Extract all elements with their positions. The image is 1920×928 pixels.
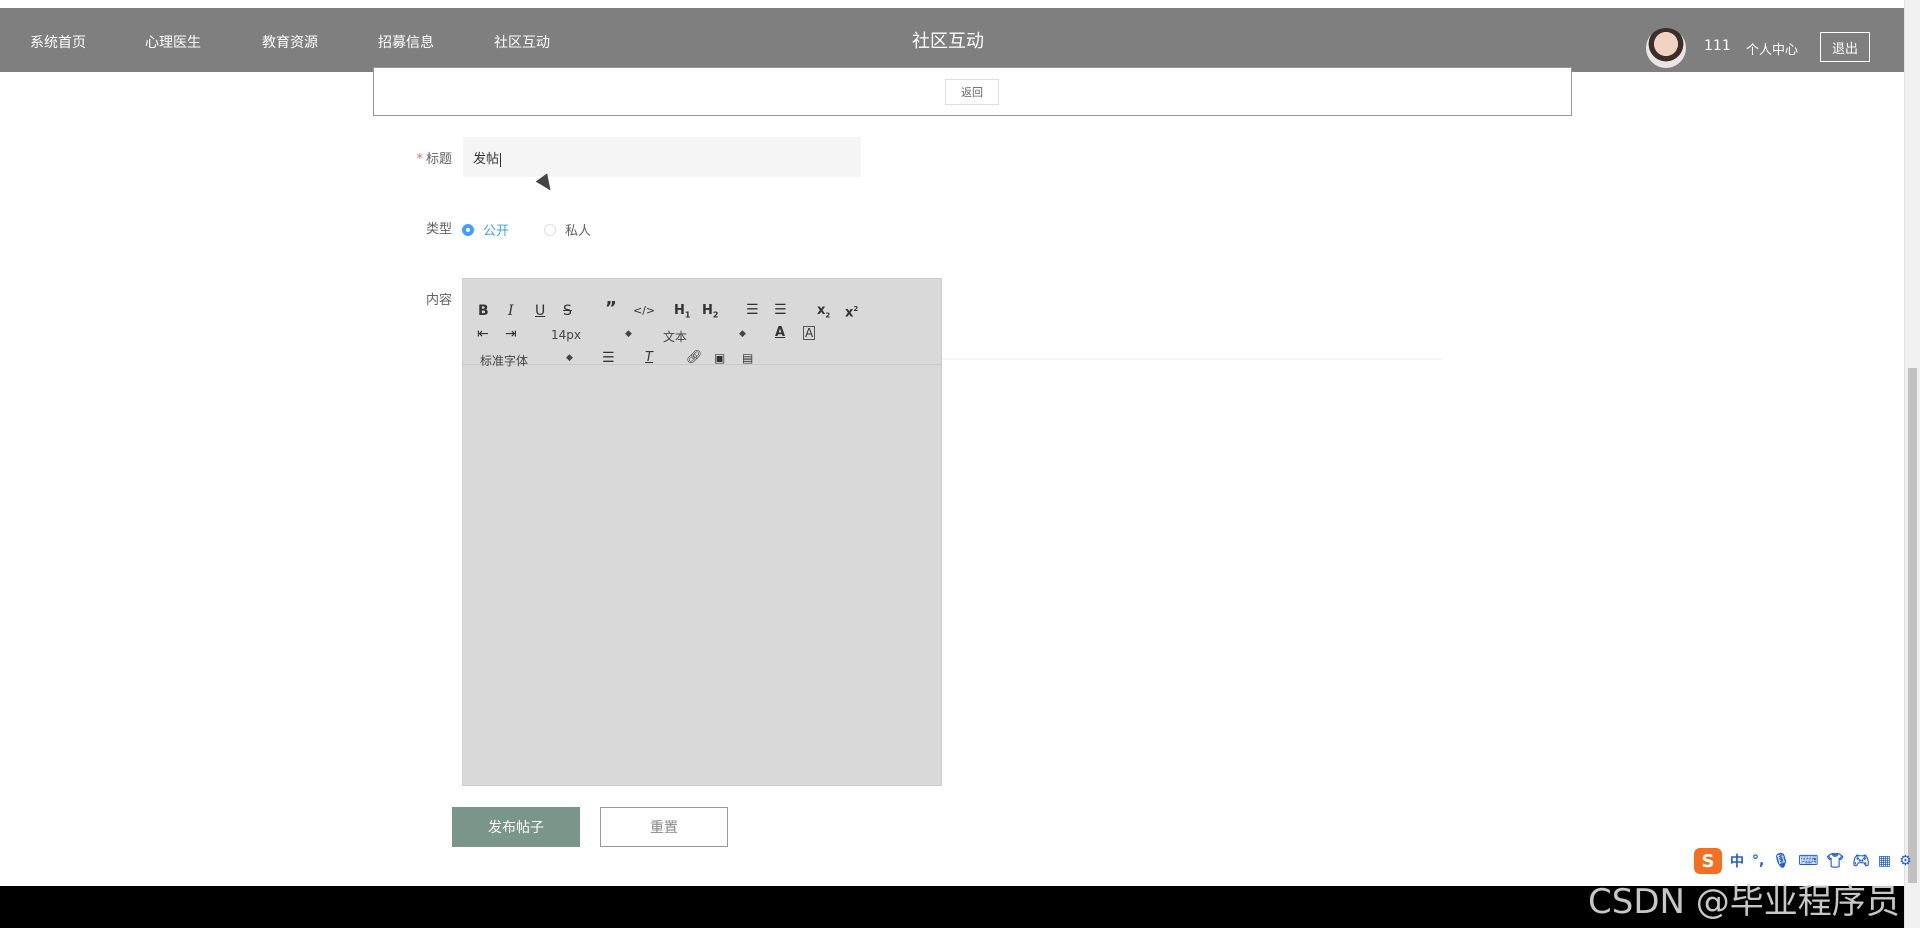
image-icon[interactable]: ▣ xyxy=(714,350,725,366)
title-input-value: 发帖 xyxy=(473,152,502,167)
header-select[interactable]: 文本 ◆ xyxy=(663,328,747,345)
type-label: 类型 xyxy=(425,222,452,237)
indent-icon[interactable]: ⇥ xyxy=(505,326,517,342)
ordered-list-icon[interactable]: ☰ xyxy=(746,302,759,318)
video-icon[interactable]: ▤ xyxy=(742,350,753,366)
radio-checked-icon xyxy=(462,223,474,236)
bullet-list-icon[interactable]: ☰ xyxy=(774,302,787,318)
content-label: 内容 xyxy=(425,293,452,308)
reset-button[interactable]: 重置 xyxy=(600,807,728,847)
strikethrough-icon[interactable]: S xyxy=(563,303,572,319)
ime-apps-icon[interactable]: ▦ xyxy=(1878,853,1891,869)
nav-education-resources[interactable]: 教育资源 xyxy=(262,32,318,52)
page-title: 社区互动 xyxy=(912,31,984,52)
subscript-icon[interactable]: x2 xyxy=(817,303,830,324)
ime-microphone-icon[interactable]: 🎙︎ xyxy=(1772,853,1790,869)
back-bar: 返回 xyxy=(373,67,1572,116)
ime-punctuation-icon[interactable]: °, xyxy=(1752,853,1764,869)
nav-community[interactable]: 社区互动 xyxy=(494,32,550,52)
title-label: * 标题 xyxy=(416,152,452,167)
superscript-icon[interactable]: x2 xyxy=(845,301,858,321)
ime-chinese-mode[interactable]: 中 xyxy=(1730,851,1744,871)
header-2-icon[interactable]: H2 xyxy=(702,303,718,324)
username: 111 xyxy=(1704,38,1731,54)
ime-settings-icon[interactable]: ⚙︎ xyxy=(1899,853,1912,869)
nav-recruitment[interactable]: 招募信息 xyxy=(378,32,434,52)
header-1-icon[interactable]: H1 xyxy=(674,303,690,324)
top-navbar: 系统首页 心理医生 教育资源 招募信息 社区互动 社区互动 111 个人中心 退… xyxy=(0,8,1904,72)
back-button[interactable]: 返回 xyxy=(945,79,999,105)
rich-text-editor: B I U S ” </> H1 H2 ☰ ☰ x2 x2 ⇤ ⇥ 14px ◆ … xyxy=(462,278,942,786)
text-color-icon[interactable]: A xyxy=(775,325,785,341)
type-radio-public[interactable]: 公开 xyxy=(462,220,509,239)
logout-button[interactable]: 退出 xyxy=(1820,32,1870,62)
ime-game-icon[interactable]: 🎮︎ xyxy=(1852,853,1870,869)
ime-toolbar[interactable]: S 中 °, 🎙︎ ⌨︎ 👕︎ 🎮︎ ▦ ⚙︎ xyxy=(1694,846,1912,876)
align-icon[interactable]: ☰ xyxy=(602,350,615,366)
blockquote-icon[interactable]: ” xyxy=(605,300,617,318)
italic-icon[interactable]: I xyxy=(508,303,514,319)
required-asterisk: * xyxy=(416,152,423,167)
background-color-icon[interactable]: A xyxy=(803,326,816,340)
nav-home[interactable]: 系统首页 xyxy=(30,32,86,52)
ime-skin-icon[interactable]: 👕︎ xyxy=(1826,853,1844,869)
divider xyxy=(942,358,1442,360)
type-radio-private[interactable]: 私人 xyxy=(544,220,591,239)
text-caret xyxy=(500,152,502,167)
link-icon[interactable]: 🔗︎ xyxy=(686,350,703,366)
font-size-select[interactable]: 14px ◆ xyxy=(551,328,633,342)
ime-logo-icon[interactable]: S xyxy=(1694,848,1722,874)
avatar[interactable] xyxy=(1646,28,1686,68)
watermark: CSDN @毕业程序员 xyxy=(1588,882,1900,922)
editor-content-area[interactable] xyxy=(463,365,941,785)
editor-toolbar: B I U S ” </> H1 H2 ☰ ☰ x2 x2 ⇤ ⇥ 14px ◆ … xyxy=(463,295,941,368)
select-arrow-icon: ◆ xyxy=(739,329,746,339)
scrollbar-thumb[interactable] xyxy=(1908,368,1917,883)
select-arrow-icon: ◆ xyxy=(625,329,632,339)
scrollbar[interactable] xyxy=(1904,0,1920,928)
ime-keyboard-icon[interactable]: ⌨︎ xyxy=(1798,853,1818,869)
outdent-icon[interactable]: ⇤ xyxy=(477,326,489,342)
bold-icon[interactable]: B xyxy=(478,303,489,319)
title-input[interactable]: 发帖 xyxy=(463,137,861,177)
clear-format-icon[interactable]: T xyxy=(645,350,653,366)
submit-post-button[interactable]: 发布帖子 xyxy=(452,807,580,847)
radio-unchecked-icon xyxy=(544,223,556,236)
underline-icon[interactable]: U xyxy=(535,303,545,319)
select-arrow-icon: ◆ xyxy=(566,353,573,363)
profile-link[interactable]: 个人中心 xyxy=(1746,39,1798,58)
nav-psych-doctor[interactable]: 心理医生 xyxy=(145,32,201,52)
code-block-icon[interactable]: </> xyxy=(633,303,655,319)
